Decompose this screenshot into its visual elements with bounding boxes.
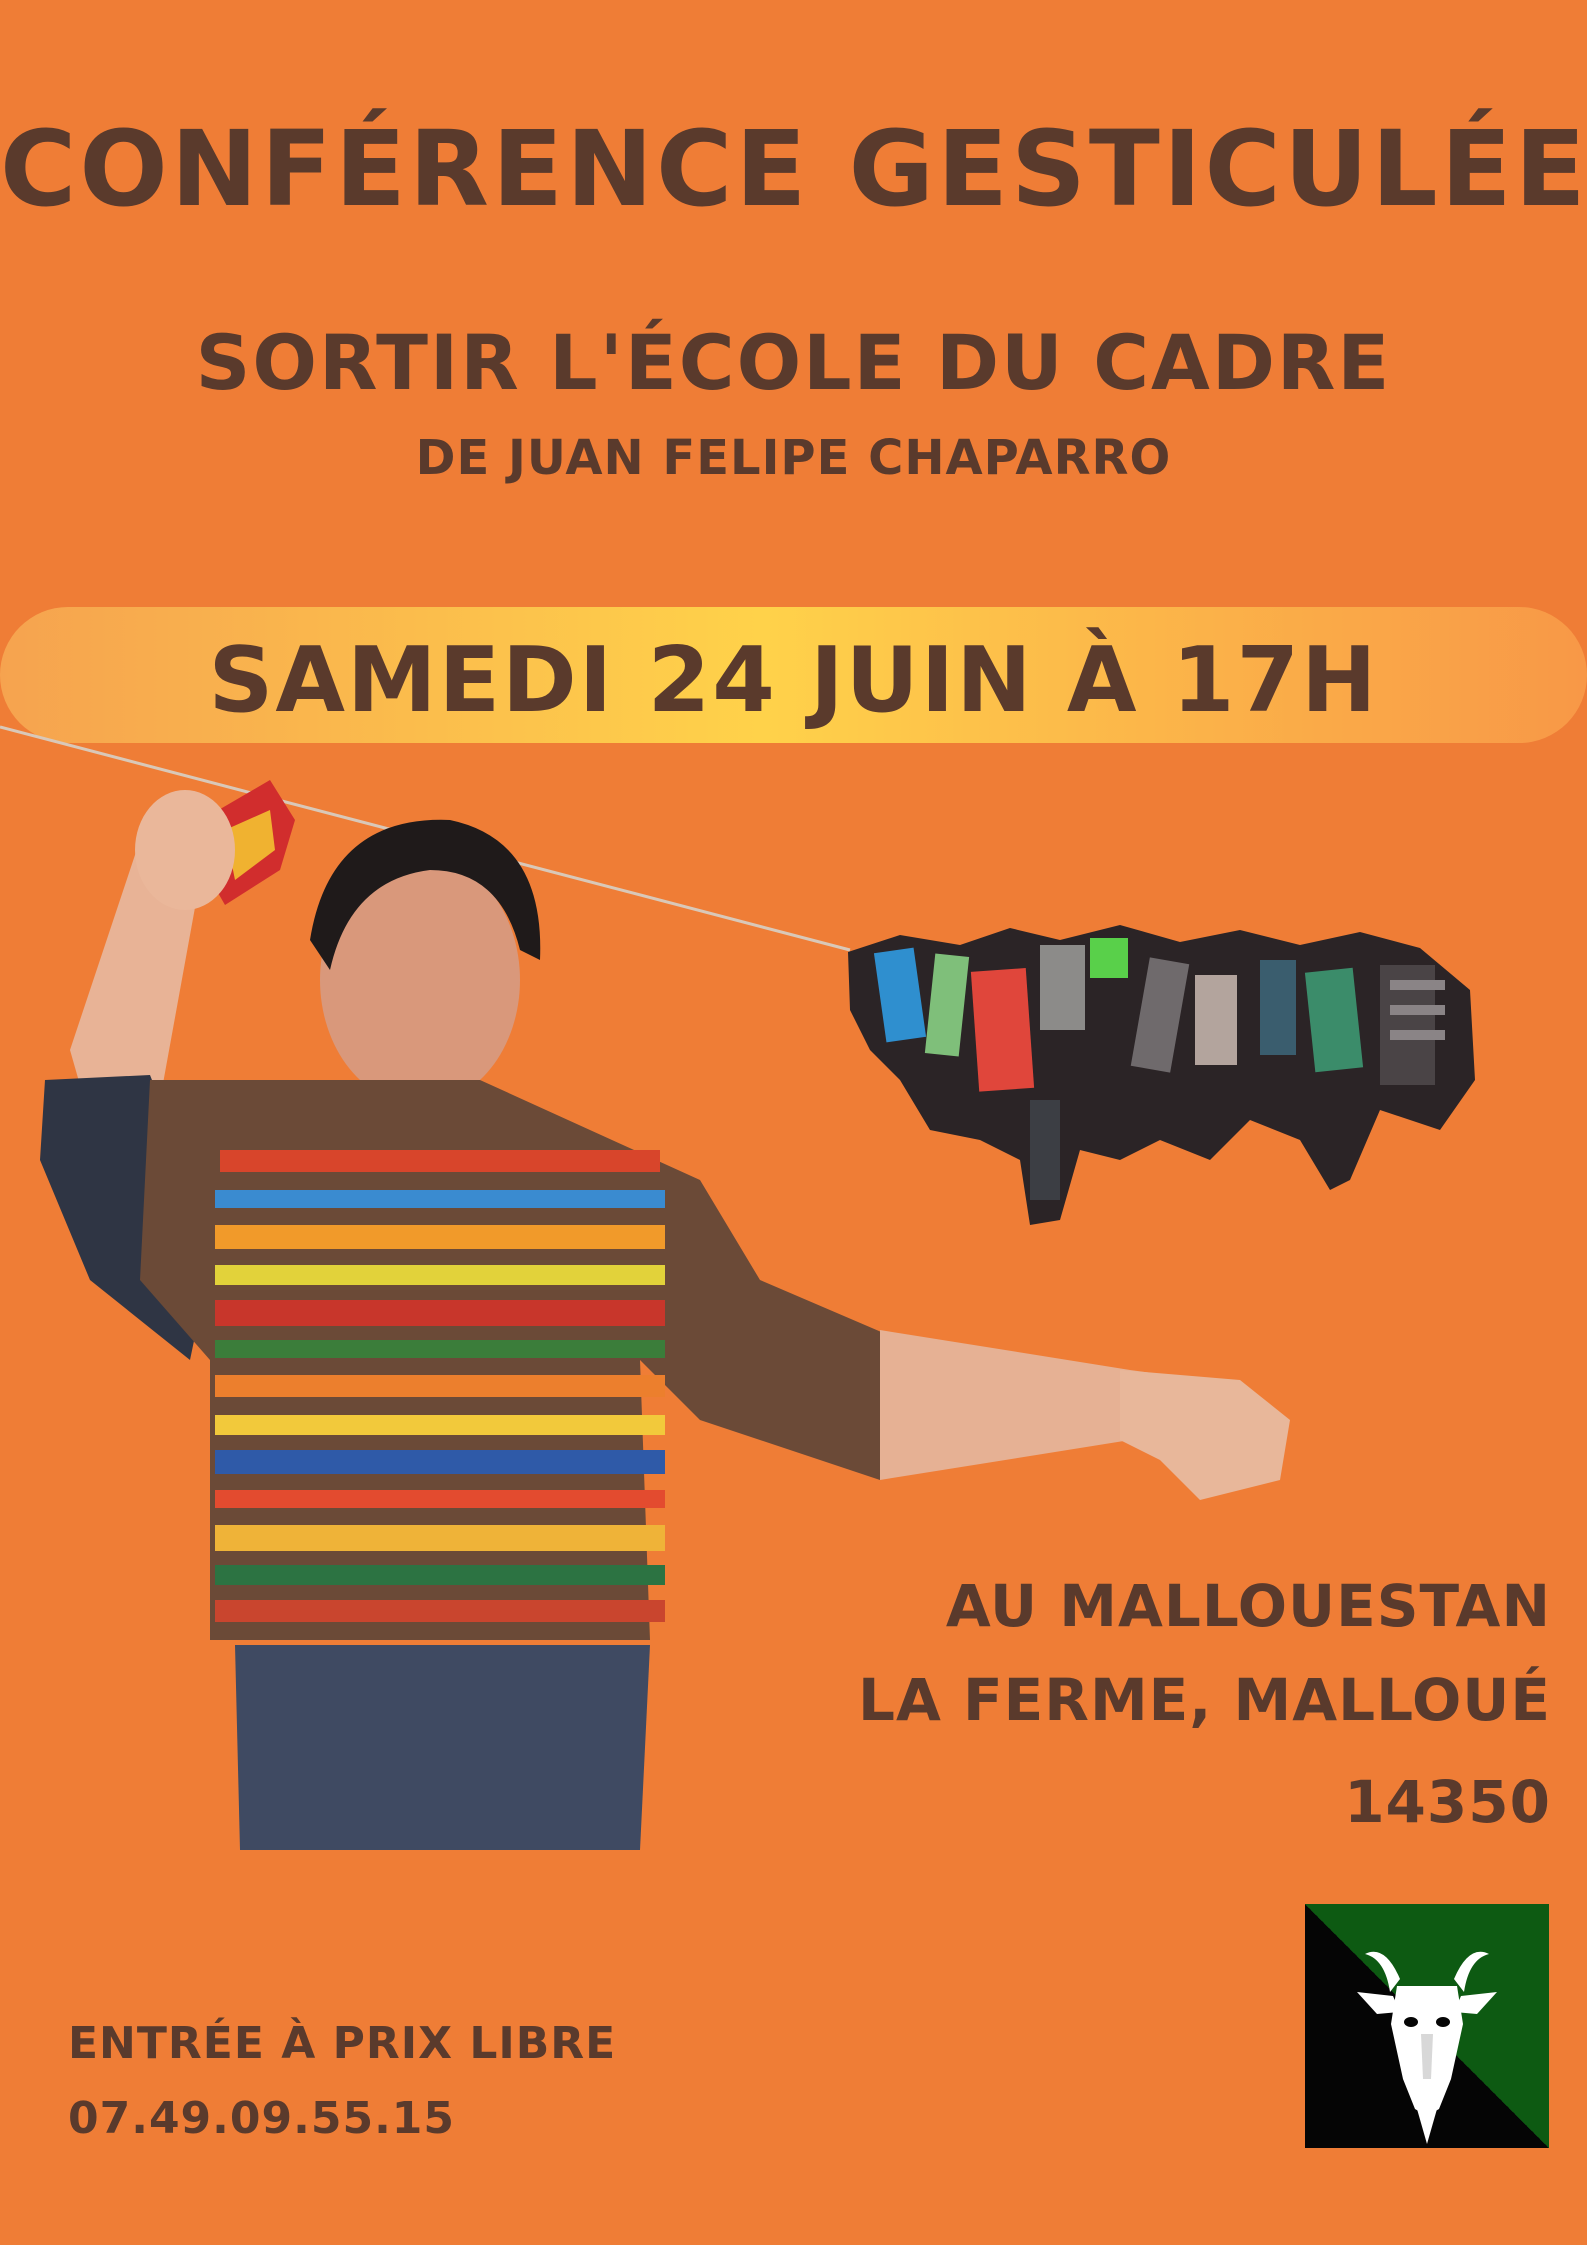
- poster-author: de Juan Felipe Chaparro: [415, 430, 1172, 486]
- goat-logo: [1305, 1904, 1549, 2148]
- phone-number[interactable]: 07.49.09.55.15: [68, 2093, 455, 2144]
- socks-cluster: [848, 925, 1475, 1225]
- jeans: [235, 1645, 650, 1850]
- entry-price: Entrée à prix libre: [68, 2018, 617, 2069]
- event-poster: Conférence gesticulée Sortir l'école du …: [0, 0, 1587, 2245]
- venue-line-2: La Ferme, Malloué: [858, 1666, 1551, 1734]
- striped-sweater: [140, 1080, 900, 1640]
- venue-line-1: Au Mallouestan: [945, 1572, 1551, 1640]
- goat-head-icon: [1357, 1951, 1497, 2144]
- poster-subtitle: Sortir l'école du cadre: [195, 318, 1392, 407]
- venue-line-3: 14350: [1344, 1768, 1551, 1836]
- event-date: Samedi 24 juin à 17H: [208, 628, 1379, 733]
- poster-title: Conférence gesticulée: [0, 108, 1587, 230]
